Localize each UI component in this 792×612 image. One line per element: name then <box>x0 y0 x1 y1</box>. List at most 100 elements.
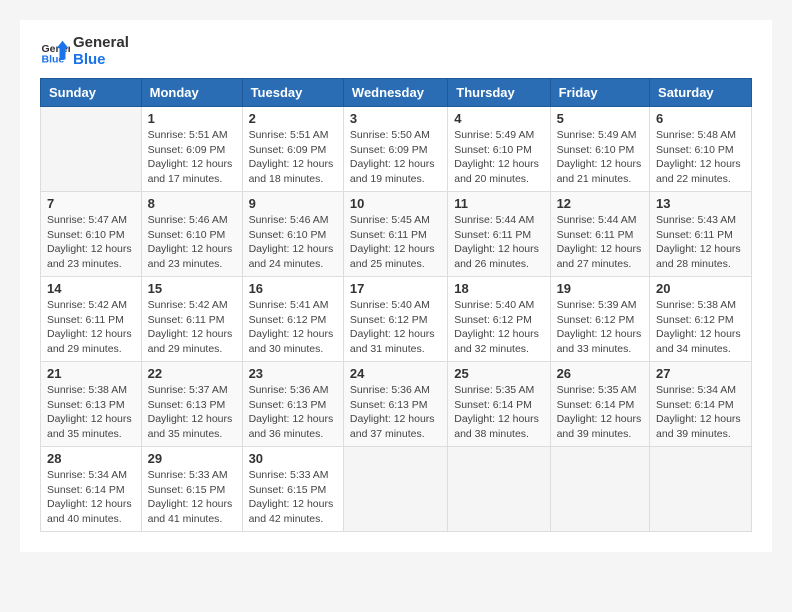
weekday-header-saturday: Saturday <box>650 79 752 107</box>
day-info: Sunrise: 5:42 AM Sunset: 6:11 PM Dayligh… <box>148 298 236 357</box>
day-info: Sunrise: 5:51 AM Sunset: 6:09 PM Dayligh… <box>148 128 236 187</box>
calendar-cell: 28 Sunrise: 5:34 AM Sunset: 6:14 PM Dayli… <box>41 447 142 532</box>
day-info: Sunrise: 5:44 AM Sunset: 6:11 PM Dayligh… <box>557 213 643 272</box>
logo-icon: General Blue <box>40 37 70 67</box>
day-info: Sunrise: 5:45 AM Sunset: 6:11 PM Dayligh… <box>350 213 441 272</box>
day-info: Sunrise: 5:33 AM Sunset: 6:15 PM Dayligh… <box>148 468 236 527</box>
day-info: Sunrise: 5:36 AM Sunset: 6:13 PM Dayligh… <box>350 383 441 442</box>
day-info: Sunrise: 5:46 AM Sunset: 6:10 PM Dayligh… <box>148 213 236 272</box>
weekday-header-wednesday: Wednesday <box>343 79 447 107</box>
calendar-cell: 5 Sunrise: 5:49 AM Sunset: 6:10 PM Daylig… <box>550 107 649 192</box>
day-number: 4 <box>454 111 543 126</box>
header: General Blue General Blue <box>40 35 752 68</box>
calendar-cell <box>550 447 649 532</box>
calendar-table: SundayMondayTuesdayWednesdayThursdayFrid… <box>40 78 752 532</box>
day-number: 27 <box>656 366 745 381</box>
calendar-cell: 6 Sunrise: 5:48 AM Sunset: 6:10 PM Daylig… <box>650 107 752 192</box>
calendar-cell: 9 Sunrise: 5:46 AM Sunset: 6:10 PM Daylig… <box>242 192 343 277</box>
day-number: 5 <box>557 111 643 126</box>
day-info: Sunrise: 5:50 AM Sunset: 6:09 PM Dayligh… <box>350 128 441 187</box>
calendar-cell: 14 Sunrise: 5:42 AM Sunset: 6:11 PM Dayli… <box>41 277 142 362</box>
day-info: Sunrise: 5:42 AM Sunset: 6:11 PM Dayligh… <box>47 298 135 357</box>
day-info: Sunrise: 5:34 AM Sunset: 6:14 PM Dayligh… <box>656 383 745 442</box>
day-info: Sunrise: 5:38 AM Sunset: 6:12 PM Dayligh… <box>656 298 745 357</box>
calendar-page: General Blue General Blue SundayMondayTu… <box>20 20 772 552</box>
calendar-cell: 3 Sunrise: 5:50 AM Sunset: 6:09 PM Daylig… <box>343 107 447 192</box>
weekday-header-monday: Monday <box>141 79 242 107</box>
day-info: Sunrise: 5:47 AM Sunset: 6:10 PM Dayligh… <box>47 213 135 272</box>
calendar-cell: 11 Sunrise: 5:44 AM Sunset: 6:11 PM Dayli… <box>448 192 550 277</box>
day-info: Sunrise: 5:48 AM Sunset: 6:10 PM Dayligh… <box>656 128 745 187</box>
calendar-cell <box>41 107 142 192</box>
day-info: Sunrise: 5:35 AM Sunset: 6:14 PM Dayligh… <box>557 383 643 442</box>
day-number: 25 <box>454 366 543 381</box>
calendar-cell: 17 Sunrise: 5:40 AM Sunset: 6:12 PM Dayli… <box>343 277 447 362</box>
day-number: 15 <box>148 281 236 296</box>
calendar-cell: 10 Sunrise: 5:45 AM Sunset: 6:11 PM Dayli… <box>343 192 447 277</box>
calendar-cell <box>448 447 550 532</box>
day-number: 1 <box>148 111 236 126</box>
day-number: 29 <box>148 451 236 466</box>
day-number: 16 <box>249 281 337 296</box>
day-info: Sunrise: 5:49 AM Sunset: 6:10 PM Dayligh… <box>557 128 643 187</box>
calendar-cell: 22 Sunrise: 5:37 AM Sunset: 6:13 PM Dayli… <box>141 362 242 447</box>
calendar-cell: 1 Sunrise: 5:51 AM Sunset: 6:09 PM Daylig… <box>141 107 242 192</box>
day-number: 23 <box>249 366 337 381</box>
day-number: 11 <box>454 196 543 211</box>
day-info: Sunrise: 5:40 AM Sunset: 6:12 PM Dayligh… <box>350 298 441 357</box>
day-number: 7 <box>47 196 135 211</box>
day-number: 18 <box>454 281 543 296</box>
logo: General Blue General Blue <box>40 35 129 68</box>
day-info: Sunrise: 5:34 AM Sunset: 6:14 PM Dayligh… <box>47 468 135 527</box>
week-row-2: 7 Sunrise: 5:47 AM Sunset: 6:10 PM Daylig… <box>41 192 752 277</box>
calendar-cell <box>650 447 752 532</box>
day-number: 28 <box>47 451 135 466</box>
calendar-cell: 29 Sunrise: 5:33 AM Sunset: 6:15 PM Dayli… <box>141 447 242 532</box>
calendar-cell <box>343 447 447 532</box>
day-number: 2 <box>249 111 337 126</box>
logo-name-line1: General <box>73 35 129 52</box>
day-number: 21 <box>47 366 135 381</box>
calendar-cell: 30Sunrise: 5:33 AM Sunset: 6:15 PM Dayli… <box>242 447 343 532</box>
day-number: 22 <box>148 366 236 381</box>
day-number: 13 <box>656 196 745 211</box>
day-info: Sunrise: 5:43 AM Sunset: 6:11 PM Dayligh… <box>656 213 745 272</box>
day-info: Sunrise: 5:44 AM Sunset: 6:11 PM Dayligh… <box>454 213 543 272</box>
calendar-cell: 26Sunrise: 5:35 AM Sunset: 6:14 PM Dayli… <box>550 362 649 447</box>
calendar-cell: 2 Sunrise: 5:51 AM Sunset: 6:09 PM Daylig… <box>242 107 343 192</box>
calendar-cell: 7 Sunrise: 5:47 AM Sunset: 6:10 PM Daylig… <box>41 192 142 277</box>
day-number: 30 <box>249 451 337 466</box>
day-number: 6 <box>656 111 745 126</box>
day-info: Sunrise: 5:37 AM Sunset: 6:13 PM Dayligh… <box>148 383 236 442</box>
week-row-5: 28 Sunrise: 5:34 AM Sunset: 6:14 PM Dayli… <box>41 447 752 532</box>
day-info: Sunrise: 5:38 AM Sunset: 6:13 PM Dayligh… <box>47 383 135 442</box>
day-number: 10 <box>350 196 441 211</box>
week-row-1: 1 Sunrise: 5:51 AM Sunset: 6:09 PM Daylig… <box>41 107 752 192</box>
calendar-cell: 20 Sunrise: 5:38 AM Sunset: 6:12 PM Dayli… <box>650 277 752 362</box>
day-number: 3 <box>350 111 441 126</box>
calendar-cell: 12Sunrise: 5:44 AM Sunset: 6:11 PM Dayli… <box>550 192 649 277</box>
day-number: 9 <box>249 196 337 211</box>
calendar-cell: 4 Sunrise: 5:49 AM Sunset: 6:10 PM Daylig… <box>448 107 550 192</box>
day-info: Sunrise: 5:40 AM Sunset: 6:12 PM Dayligh… <box>454 298 543 357</box>
calendar-cell: 8 Sunrise: 5:46 AM Sunset: 6:10 PM Daylig… <box>141 192 242 277</box>
calendar-cell: 18 Sunrise: 5:40 AM Sunset: 6:12 PM Dayli… <box>448 277 550 362</box>
weekday-header-sunday: Sunday <box>41 79 142 107</box>
calendar-cell: 23Sunrise: 5:36 AM Sunset: 6:13 PM Dayli… <box>242 362 343 447</box>
weekday-header-thursday: Thursday <box>448 79 550 107</box>
day-number: 17 <box>350 281 441 296</box>
weekday-header-row: SundayMondayTuesdayWednesdayThursdayFrid… <box>41 79 752 107</box>
day-info: Sunrise: 5:51 AM Sunset: 6:09 PM Dayligh… <box>249 128 337 187</box>
calendar-cell: 15 Sunrise: 5:42 AM Sunset: 6:11 PM Dayli… <box>141 277 242 362</box>
day-info: Sunrise: 5:39 AM Sunset: 6:12 PM Dayligh… <box>557 298 643 357</box>
day-number: 14 <box>47 281 135 296</box>
day-number: 20 <box>656 281 745 296</box>
day-info: Sunrise: 5:49 AM Sunset: 6:10 PM Dayligh… <box>454 128 543 187</box>
day-info: Sunrise: 5:46 AM Sunset: 6:10 PM Dayligh… <box>249 213 337 272</box>
calendar-cell: 21 Sunrise: 5:38 AM Sunset: 6:13 PM Dayli… <box>41 362 142 447</box>
day-number: 8 <box>148 196 236 211</box>
calendar-cell: 19Sunrise: 5:39 AM Sunset: 6:12 PM Dayli… <box>550 277 649 362</box>
day-number: 24 <box>350 366 441 381</box>
calendar-cell: 24 Sunrise: 5:36 AM Sunset: 6:13 PM Dayli… <box>343 362 447 447</box>
calendar-cell: 16Sunrise: 5:41 AM Sunset: 6:12 PM Dayli… <box>242 277 343 362</box>
